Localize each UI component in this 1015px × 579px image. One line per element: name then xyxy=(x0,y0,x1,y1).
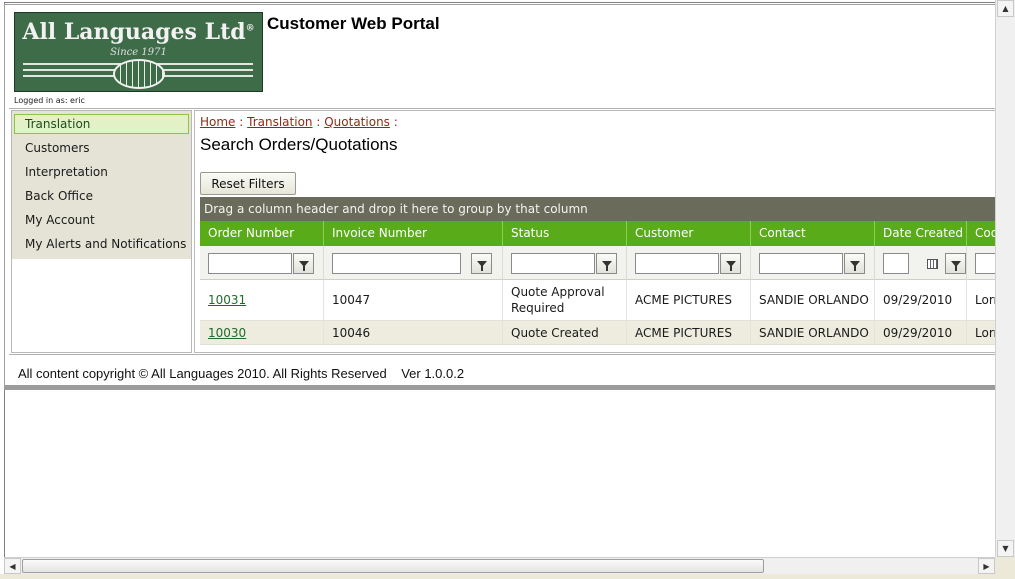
portal-page: All Languages Ltd® Since 1971 Customer W… xyxy=(4,4,1014,390)
contact-filter-input[interactable] xyxy=(759,253,843,274)
funnel-icon xyxy=(476,260,487,271)
sidebar: Translation Customers Interpretation Bac… xyxy=(11,110,192,353)
funnel-icon xyxy=(725,260,736,271)
sidebar-menu: Translation Customers Interpretation Bac… xyxy=(12,111,191,259)
filter-cell xyxy=(751,246,875,280)
column-header-contact[interactable]: Contact xyxy=(751,221,875,246)
grid-header-row: Order Number Invoice Number Status Custo… xyxy=(200,221,1013,246)
sidebar-item-my-account[interactable]: My Account xyxy=(14,208,189,232)
company-logo: All Languages Ltd® Since 1971 xyxy=(14,12,263,92)
status-cell: Quote Created xyxy=(503,321,627,344)
breadcrumb-separator: : xyxy=(239,115,244,129)
window-bottom-edge xyxy=(0,574,1015,579)
arrow-left-icon[interactable]: ◀ xyxy=(4,558,21,574)
invoice-number-filter-input[interactable] xyxy=(332,253,461,274)
reset-filters-button[interactable]: Reset Filters xyxy=(200,172,296,195)
filter-cell xyxy=(627,246,751,280)
calendar-icon xyxy=(927,258,938,269)
order-number-filter-button[interactable] xyxy=(293,253,314,274)
filter-cell xyxy=(503,246,627,280)
copyright-text: All content copyright © All Languages 20… xyxy=(18,366,387,381)
vertical-scrollbar[interactable]: ▲ ▼ xyxy=(995,0,1015,557)
arrow-down-icon[interactable]: ▼ xyxy=(997,540,1014,557)
breadcrumb-home[interactable]: Home xyxy=(200,115,235,129)
table-row[interactable]: 10031 10047 Quote Approval Required ACME… xyxy=(200,280,1013,321)
portal-title: Customer Web Portal xyxy=(267,14,440,33)
status-filter-button[interactable] xyxy=(596,253,617,274)
sidebar-item-interpretation[interactable]: Interpretation xyxy=(14,160,189,184)
funnel-icon xyxy=(298,260,309,271)
header-divider xyxy=(9,108,996,109)
version-text: Ver 1.0.0.2 xyxy=(401,366,465,381)
contact-cell: SANDIE ORLANDO xyxy=(751,280,875,320)
invoice-number-filter-button[interactable] xyxy=(471,253,492,274)
customer-cell: ACME PICTURES xyxy=(627,321,751,344)
footer-divider xyxy=(9,354,996,355)
funnel-icon xyxy=(950,260,961,271)
date-created-filter-input[interactable] xyxy=(883,253,909,274)
logo-since: Since 1971 xyxy=(110,47,167,58)
column-header-order-number[interactable]: Order Number xyxy=(200,221,324,246)
order-number-filter-input[interactable] xyxy=(208,253,292,274)
grid-filter-row xyxy=(200,246,1013,280)
sidebar-item-translation[interactable]: Translation xyxy=(14,114,189,134)
main-content: Home : Translation : Quotations : Search… xyxy=(194,110,1014,353)
column-header-invoice-number[interactable]: Invoice Number xyxy=(324,221,503,246)
page-title: Search Orders/Quotations xyxy=(200,135,398,154)
column-header-status[interactable]: Status xyxy=(503,221,627,246)
funnel-icon xyxy=(601,260,612,271)
arrow-up-icon[interactable]: ▲ xyxy=(997,0,1014,17)
breadcrumb-quotations[interactable]: Quotations xyxy=(324,115,390,129)
sidebar-item-back-office[interactable]: Back Office xyxy=(14,184,189,208)
sidebar-item-my-alerts[interactable]: My Alerts and Notifications xyxy=(14,232,189,256)
orders-grid: Drag a column header and drop it here to… xyxy=(200,197,1013,345)
horizontal-scrollbar[interactable]: ◀ ▶ xyxy=(4,557,995,574)
breadcrumb-separator: : xyxy=(393,115,398,129)
table-row[interactable]: 10030 10046 Quote Created ACME PICTURES … xyxy=(200,321,1013,345)
breadcrumb-translation[interactable]: Translation xyxy=(247,115,312,129)
customer-filter-button[interactable] xyxy=(720,253,741,274)
order-number-cell: 10030 xyxy=(200,321,324,344)
customer-filter-input[interactable] xyxy=(635,253,719,274)
logged-in-user: Logged in as: eric xyxy=(14,96,85,105)
column-header-customer[interactable]: Customer xyxy=(627,221,751,246)
arrow-right-icon[interactable]: ▶ xyxy=(978,558,995,574)
order-number-cell: 10031 xyxy=(200,280,324,320)
footer: All content copyright © All Languages 20… xyxy=(18,366,464,381)
group-by-panel[interactable]: Drag a column header and drop it here to… xyxy=(200,197,1013,221)
date-picker-button[interactable] xyxy=(922,253,943,274)
filter-cell xyxy=(200,246,324,280)
customer-cell: ACME PICTURES xyxy=(627,280,751,320)
globe-icon xyxy=(113,59,165,89)
horizontal-scroll-thumb[interactable] xyxy=(22,559,764,573)
date-created-filter-button[interactable] xyxy=(945,253,966,274)
page-bottom-border xyxy=(4,385,995,390)
order-link[interactable]: 10030 xyxy=(208,326,246,340)
contact-cell: SANDIE ORLANDO xyxy=(751,321,875,344)
date-created-cell: 09/29/2010 xyxy=(875,280,967,320)
order-link[interactable]: 10031 xyxy=(208,293,246,307)
sidebar-item-customers[interactable]: Customers xyxy=(14,136,189,160)
logo-brand: All Languages Ltd® xyxy=(22,19,255,45)
status-cell: Quote Approval Required xyxy=(503,280,627,320)
contact-filter-button[interactable] xyxy=(844,253,865,274)
filter-cell xyxy=(324,246,503,280)
column-header-date-created[interactable]: Date Created xyxy=(875,221,967,246)
invoice-number-cell: 10046 xyxy=(324,321,503,344)
breadcrumb: Home : Translation : Quotations : xyxy=(200,115,398,129)
funnel-icon xyxy=(849,260,860,271)
breadcrumb-separator: : xyxy=(316,115,321,129)
date-created-cell: 09/29/2010 xyxy=(875,321,967,344)
filter-cell xyxy=(875,246,967,280)
invoice-number-cell: 10047 xyxy=(324,280,503,320)
status-filter-input[interactable] xyxy=(511,253,595,274)
